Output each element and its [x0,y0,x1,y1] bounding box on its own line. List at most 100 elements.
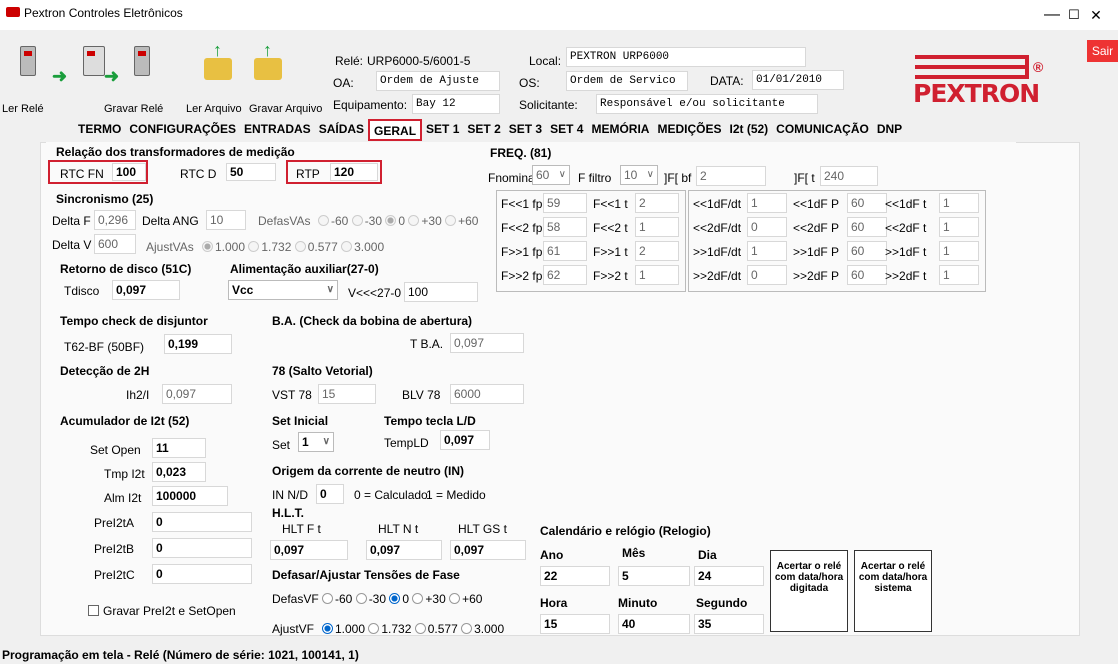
templd-field[interactable]: 0,097 [440,430,490,450]
blv-field[interactable]: 6000 [450,384,524,404]
grid_b-field[interactable]: 1 [747,241,787,261]
tmpi2t-field[interactable]: 0,023 [152,462,206,482]
ft-field[interactable]: 240 [820,166,878,186]
set-select[interactable]: 1 ∨ [298,432,334,452]
grid_a-label: F>>2 fp [501,269,543,283]
prei2tc-field[interactable]: 0 [152,564,252,584]
deltaang-field[interactable]: 10 [206,210,246,230]
mes-label: Mês [622,546,646,560]
grid_b-field[interactable]: 60 [847,265,887,285]
prei2tb-field[interactable]: 0 [152,538,252,558]
tba-field[interactable]: 0,097 [450,333,524,353]
os-field[interactable]: Ordem de Servico [566,71,688,91]
tab-sa-das[interactable]: SAÍDAS [315,119,368,141]
grid_b-field[interactable]: 1 [939,265,979,285]
rtcfn-field[interactable]: 100 [112,163,146,181]
hltn-field[interactable]: 0,097 [366,540,442,560]
t62-field[interactable]: 0,199 [164,334,232,354]
segundo-field[interactable]: 35 [694,614,764,634]
grid_b-field[interactable]: 1 [939,217,979,237]
status-bar: Programação em tela - Relé (Número de sé… [0,646,1118,664]
chevron-down-icon: ∨ [326,284,334,295]
minuto-field[interactable]: 40 [618,614,690,634]
ajustvf-options[interactable]: 1.000 1.732 0.577 3.000 [322,622,504,636]
tab-medi-es[interactable]: MEDIÇÕES [653,119,725,141]
tdisco-field[interactable]: 0,097 [112,280,180,300]
fnominal-select[interactable]: 60 ∨ [532,165,570,185]
set-system-datetime-button[interactable]: Acertar o relé com data/hora sistema [854,550,932,632]
grid_b-field[interactable]: 1 [939,241,979,261]
read-relay-button[interactable] [6,40,50,84]
solicitante-field[interactable]: Responsável e/ou solicitante [596,94,818,114]
grid_a-field[interactable]: 62 [543,265,587,285]
grid_a-field[interactable]: 61 [543,241,587,261]
grid_b-label: >>1dF/dt [693,245,742,259]
grid_b-field[interactable]: 1 [747,193,787,213]
tab-termo[interactable]: TERMO [74,119,125,141]
vst-field[interactable]: 15 [318,384,376,404]
close-button[interactable]: ✕ [1074,2,1118,28]
tab-set-2[interactable]: SET 2 [463,119,504,141]
grid_a-field[interactable]: 59 [543,193,587,213]
exit-button[interactable]: Sair [1087,40,1118,62]
defasvf-options[interactable]: -60 -30 0 +30 +60 [322,592,482,606]
hltf-field[interactable]: 0,097 [270,540,348,560]
grid_b-field[interactable]: 60 [847,217,887,237]
almi2t-field[interactable]: 100000 [152,486,228,506]
grid_a-field[interactable]: 1 [635,265,679,285]
mes-field[interactable]: 5 [618,566,690,586]
oa-label: OA: [333,76,354,90]
read-file-button[interactable] [196,40,240,84]
grid_a-field[interactable]: 2 [635,193,679,213]
equipamento-field[interactable]: Bay 12 [412,94,500,114]
tab-configura-es[interactable]: CONFIGURAÇÕES [125,119,240,141]
ih-field[interactable]: 0,097 [162,384,232,404]
grid_b-field[interactable]: 0 [747,265,787,285]
supply-select[interactable]: Vcc ∨ [228,280,338,300]
minuto-label: Minuto [618,596,658,610]
dia-field[interactable]: 24 [694,566,764,586]
set-typed-datetime-button[interactable]: Acertar o relé com data/hora digitada [770,550,848,632]
fbf-field[interactable]: 2 [696,166,766,186]
grid_a-field[interactable]: 2 [635,241,679,261]
segundo-label: Segundo [696,596,748,610]
tab-set-1[interactable]: SET 1 [422,119,463,141]
tab-comunica-o[interactable]: COMUNICAÇÃO [772,119,873,141]
grid_b-label: >>2dF t [885,269,927,283]
grid_b-field[interactable]: 60 [847,193,887,213]
grid_a-field[interactable]: 1 [635,217,679,237]
tab-mem-ria[interactable]: MEMÓRIA [587,119,653,141]
setopen-field[interactable]: 11 [152,438,206,458]
write-relay-button[interactable] [120,40,164,84]
defasvas-options[interactable]: -60 -30 0 +30 +60 [318,214,478,228]
data-field[interactable]: 01/01/2010 [752,70,844,90]
tab-set-3[interactable]: SET 3 [505,119,546,141]
computer-icon [83,46,105,76]
rtcd-field[interactable]: 50 [226,163,276,181]
write-file-button[interactable] [246,40,290,84]
hltgs-field[interactable]: 0,097 [450,540,526,560]
ffiltro-select[interactable]: 10 ∨ [620,165,658,185]
tab-dnp[interactable]: DNP [873,119,906,141]
rtp-field[interactable]: 120 [330,163,378,181]
local-field[interactable]: PEXTRON URP6000 [566,47,806,67]
tab-geral[interactable]: GERAL [368,119,423,141]
deltaf-field[interactable]: 0,296 [94,210,136,230]
tab-set-4[interactable]: SET 4 [546,119,587,141]
v27-field[interactable]: 100 [404,282,478,302]
innd-field[interactable]: 0 [316,484,344,504]
hora-field[interactable]: 15 [540,614,610,634]
oa-field[interactable]: Ordem de Ajuste [376,71,500,91]
grid_b-field[interactable]: 60 [847,241,887,261]
grid_b-field[interactable]: 1 [939,193,979,213]
grid_a-field[interactable]: 58 [543,217,587,237]
prei2ta-field[interactable]: 0 [152,512,252,532]
ano-field[interactable]: 22 [540,566,610,586]
deltav-field[interactable]: 600 [94,234,136,254]
ajustvas-options[interactable]: 1.000 1.732 0.577 3.000 [202,240,384,254]
tab-i2t-52-[interactable]: I2t (52) [725,119,772,141]
grid_b-label: <<2dF/dt [693,221,742,235]
grid_b-field[interactable]: 0 [747,217,787,237]
tab-entradas[interactable]: ENTRADAS [240,119,315,141]
save-prei2t-checkbox[interactable]: Gravar PreI2t e SetOpen [88,604,236,618]
